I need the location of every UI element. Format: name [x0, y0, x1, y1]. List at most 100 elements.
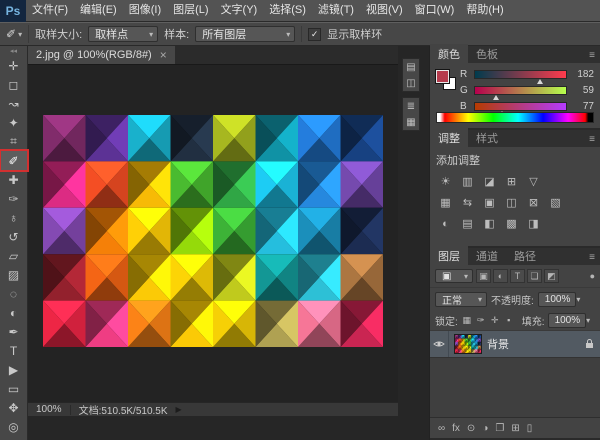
new-group-icon[interactable]: ❐ — [495, 423, 504, 434]
channel-mixer-icon[interactable]: ⊠ — [524, 194, 543, 211]
tab-swatches[interactable]: 色板 — [468, 44, 506, 63]
healing-brush-tool-icon[interactable]: ✚ — [1, 170, 27, 189]
filter-smart-objects-icon[interactable]: ◩ — [544, 269, 559, 283]
close-icon[interactable]: × — [160, 49, 167, 61]
collapsed-panel-swatches-icon[interactable]: ▦ — [403, 114, 419, 130]
vibrance-icon[interactable]: ▽ — [524, 173, 543, 190]
tab-styles[interactable]: 样式 — [468, 128, 506, 147]
threshold-icon[interactable]: ◧ — [480, 215, 499, 232]
menu-item[interactable]: 图像(I) — [123, 0, 167, 21]
photo-filter-icon[interactable]: ◫ — [502, 194, 521, 211]
lock-transparent-pixels-icon[interactable]: ▦ — [461, 314, 473, 326]
shape-tool-icon[interactable]: ▭ — [1, 379, 27, 398]
lock-position-icon[interactable]: ✛ — [489, 314, 501, 326]
hue-saturation-icon[interactable]: ▦ — [436, 194, 455, 211]
channel-value[interactable]: 77 — [572, 101, 594, 112]
layer-row-background[interactable]: 背景 — [430, 330, 600, 358]
link-layers-icon[interactable]: ∞ — [438, 423, 445, 434]
dodge-tool-icon[interactable]: ◐ — [1, 303, 27, 322]
lasso-tool-icon[interactable]: ↝ — [1, 94, 27, 113]
channel-slider[interactable] — [474, 70, 567, 79]
eyedropper-tool-icon[interactable]: ✐ — [1, 151, 27, 170]
canvas-area[interactable] — [28, 65, 398, 402]
color-balance-icon[interactable]: ⇆ — [458, 194, 477, 211]
opacity-dropdown[interactable]: 100% ▾ — [538, 292, 576, 307]
toolbar-collapse-icon[interactable]: ◂◂ — [10, 47, 17, 56]
collapsed-panel-properties-icon[interactable]: ◫ — [403, 75, 419, 91]
path-selection-tool-icon[interactable]: ▶ — [1, 360, 27, 379]
brightness-contrast-icon[interactable]: ☀ — [436, 173, 455, 190]
show-sampling-ring-checkbox[interactable]: ✓ — [308, 28, 321, 41]
menu-item[interactable]: 文字(Y) — [215, 0, 264, 21]
foreground-swatch[interactable] — [436, 70, 449, 83]
filter-adjustment-layers-icon[interactable]: ◐ — [493, 269, 508, 283]
history-brush-tool-icon[interactable]: ↺ — [1, 227, 27, 246]
hand-tool-icon[interactable]: ✥ — [1, 398, 27, 417]
menu-item[interactable]: 滤镜(T) — [312, 0, 360, 21]
exposure-icon[interactable]: ⊞ — [502, 173, 521, 190]
pen-tool-icon[interactable]: ✒ — [1, 322, 27, 341]
layer-list-empty-area[interactable] — [430, 358, 600, 417]
tab-paths[interactable]: 路径 — [506, 246, 544, 265]
status-arrow-icon[interactable]: ▶ — [176, 405, 182, 414]
invert-icon[interactable]: ◐ — [436, 215, 455, 232]
layer-filter-dropdown[interactable]: ▣ ▾ — [435, 269, 473, 283]
channel-value[interactable]: 182 — [572, 69, 594, 80]
move-tool-icon[interactable]: ✛ — [1, 56, 27, 75]
crop-tool-icon[interactable]: ⌗ — [1, 132, 27, 151]
channel-value[interactable]: 59 — [572, 85, 594, 96]
tab-layers[interactable]: 图层 — [430, 246, 468, 265]
gradient-map-icon[interactable]: ▩ — [502, 215, 521, 232]
fill-dropdown[interactable]: 100% ▾ — [548, 313, 586, 328]
panel-menu-icon[interactable]: ≡ — [589, 252, 600, 265]
selective-color-icon[interactable]: ◨ — [524, 215, 543, 232]
panel-menu-icon[interactable]: ≡ — [589, 50, 600, 63]
layer-style-icon[interactable]: fx — [452, 423, 460, 434]
collapsed-panel-info-icon[interactable]: ▤ — [403, 59, 419, 75]
blur-tool-icon[interactable]: ◌ — [1, 284, 27, 303]
sample-size-dropdown[interactable]: 取样点 ▾ — [88, 26, 158, 42]
menu-item[interactable]: 编辑(E) — [74, 0, 123, 21]
curves-icon[interactable]: ◪ — [480, 173, 499, 190]
channel-slider-thumb[interactable] — [537, 79, 543, 84]
sample-layers-dropdown[interactable]: 所有图层 ▾ — [195, 26, 295, 42]
menu-item[interactable]: 文件(F) — [26, 0, 74, 21]
clone-stamp-tool-icon[interactable]: ♁ — [1, 208, 27, 227]
document-tab[interactable]: 2.jpg @ 100%(RGB/8#) × — [28, 46, 175, 64]
eraser-tool-icon[interactable]: ▱ — [1, 246, 27, 265]
layer-filter-toggle-icon[interactable]: ● — [590, 271, 595, 281]
type-tool-icon[interactable]: T — [1, 341, 27, 360]
new-adjustment-layer-icon[interactable]: ◑ — [482, 423, 488, 434]
menu-item[interactable]: 帮助(H) — [460, 0, 509, 21]
color-lookup-icon[interactable]: ▧ — [546, 194, 565, 211]
layer-visibility-toggle[interactable] — [430, 331, 449, 357]
tab-color[interactable]: 颜色 — [430, 44, 468, 63]
marquee-tool-icon[interactable]: ◻ — [1, 75, 27, 94]
tab-adjustments[interactable]: 调整 — [430, 128, 468, 147]
tool-preset-picker[interactable]: ✐ ▾ — [6, 25, 29, 43]
levels-icon[interactable]: ▥ — [458, 173, 477, 190]
collapsed-panel-history-icon[interactable]: ≣ — [403, 98, 419, 114]
zoom-tool-icon[interactable]: ◎ — [1, 417, 27, 436]
delete-layer-icon[interactable]: ▯ — [527, 423, 533, 434]
gradient-tool-icon[interactable]: ▨ — [1, 265, 27, 284]
menu-item[interactable]: 窗口(W) — [409, 0, 461, 21]
brush-tool-icon[interactable]: ✑ — [1, 189, 27, 208]
panel-menu-icon[interactable]: ≡ — [589, 134, 600, 147]
lock-image-pixels-icon[interactable]: ✑ — [475, 314, 487, 326]
menu-item[interactable]: 图层(L) — [167, 0, 214, 21]
canvas-image[interactable] — [43, 115, 383, 347]
zoom-level[interactable]: 100% — [36, 404, 62, 415]
filter-pixel-layers-icon[interactable]: ▣ — [476, 269, 491, 283]
new-layer-icon[interactable]: ⊞ — [511, 423, 519, 434]
layer-thumbnail[interactable] — [454, 334, 482, 354]
add-layer-mask-icon[interactable]: ⊙ — [467, 423, 475, 434]
menu-item[interactable]: 视图(V) — [360, 0, 409, 21]
filter-type-layers-icon[interactable]: T — [510, 269, 525, 283]
menu-item[interactable]: 选择(S) — [263, 0, 312, 21]
channel-slider[interactable] — [474, 102, 567, 111]
quick-selection-tool-icon[interactable]: ✦ — [1, 113, 27, 132]
channel-slider-thumb[interactable] — [493, 95, 499, 100]
blend-mode-dropdown[interactable]: 正常 ▾ — [435, 292, 487, 307]
channel-slider[interactable] — [474, 86, 567, 95]
